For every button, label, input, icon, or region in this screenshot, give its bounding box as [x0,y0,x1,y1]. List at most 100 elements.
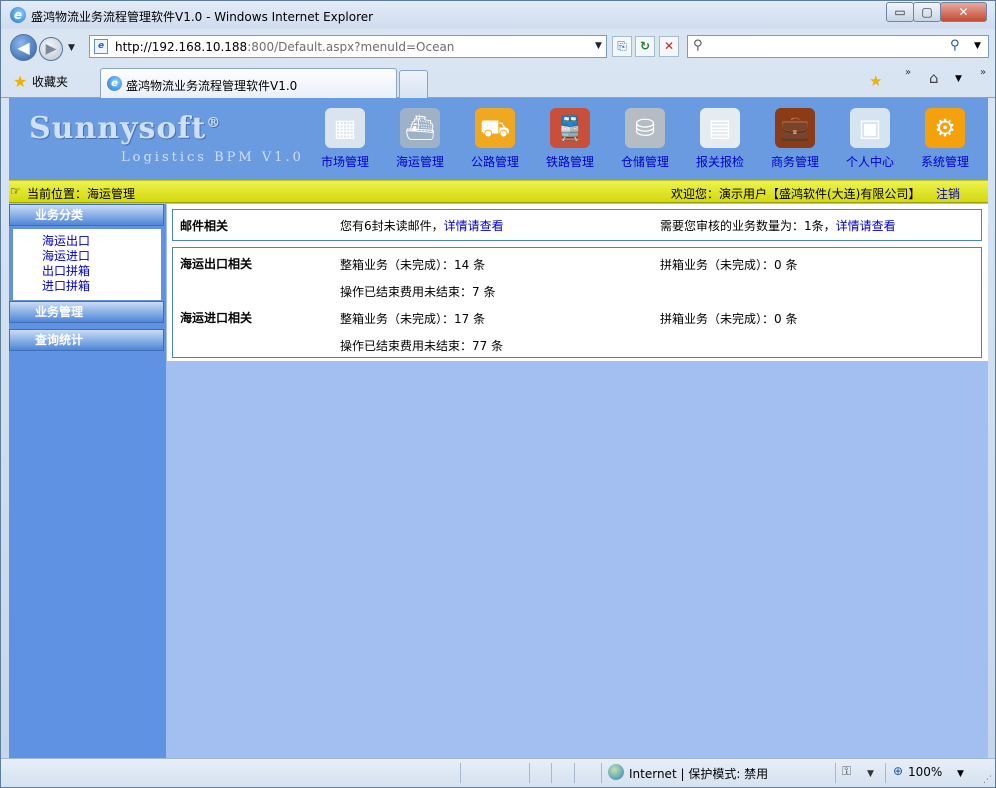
search-icon[interactable]: ⚲ [950,38,960,53]
pointer-hand-icon: ☞ [10,184,21,198]
commandbar-chevron-icon[interactable]: » [980,67,986,78]
sidebar-section-query-statistics[interactable]: 查询统计 [9,329,164,351]
module-idcard-button[interactable]: ▣ 个人中心 [834,104,906,176]
unread-mail-link[interactable]: 详情请查看 [444,219,504,233]
forward-button[interactable]: ▶ [39,37,63,61]
minimize-button[interactable]: ▭ [886,2,914,22]
review-count-prefix: 需要您审核的业务数量为：1条， [660,219,836,233]
address-dropdown[interactable]: ▼ [595,41,602,51]
page-viewport: Sunnysoft® Logistics BPM V1.0 ▦ 市场管理 ⛴ 海运管理… [9,98,988,758]
favorites-star-icon: ★ [13,72,28,91]
logo: Sunnysoft® [29,111,221,146]
tab-ie-icon: e [107,76,122,91]
window-title: 盛鸿物流业务流程管理软件V1.0 - Windows Internet Expl… [31,10,374,24]
logo-subtitle: Logistics BPM V1.0 [121,150,304,165]
market-icon: ▦ [325,108,365,148]
export-full-container-count: 整箱业务（未完成）：14 条 [340,258,486,272]
location-bar: ☞ 当前位置：海运管理 欢迎您：演示用户【盛鸿软件(大连)有限公司】 注销 [9,180,988,203]
add-to-favorites-icon[interactable]: ★ [869,72,882,90]
title-bar: e 盛鸿物流业务流程管理软件V1.0 - Windows Internet Ex… [1,1,995,29]
privacy-icon[interactable]: ⚿ [842,764,851,779]
url-input[interactable]: http://192.168.10.188:800/Default.aspx?m… [115,40,454,54]
zoom-dropdown[interactable]: ▼ [957,769,964,779]
zoom-level[interactable]: 100% [908,765,942,779]
status-divider [885,763,886,783]
module-market-button[interactable]: ▦ 市场管理 [309,104,381,176]
module-label: 个人中心 [845,155,894,169]
home-dropdown[interactable]: ▼ [955,74,962,84]
review-link[interactable]: 详情请查看 [836,219,896,233]
welcome-text: 欢迎您：演示用户【盛鸿软件(大连)有限公司】 [671,187,921,201]
sidebar: 业务分类 海运出口 海运进口 出口拼箱 进口拼箱 业务管理 查询统计 [9,204,166,758]
truck-icon: ⛟ [475,108,515,148]
favorites-button[interactable]: ★ 收藏夹 [10,71,68,93]
resize-grip[interactable]: ⋰ [983,775,992,785]
ocean-export-title: 海运出口相关 [180,257,253,271]
idcard-icon: ▣ [850,108,890,148]
internet-zone-globe-icon [608,764,624,780]
ocean-panel: 海运出口相关 整箱业务（未完成）：14 条 拼箱业务（未完成）：0 条 操作已结… [172,247,982,358]
new-tab-button[interactable] [399,70,428,98]
url-path: :800/Default.aspx?menuId=Ocean [247,40,455,54]
unread-mail-text: 您有6封未读邮件，详情请查看 [340,217,504,234]
page-icon: e [94,39,108,54]
module-document-button[interactable]: ▤ 报关报检 [684,104,756,176]
sidebar-list: 海运出口 海运进口 出口拼箱 进口拼箱 [12,228,162,301]
module-label: 系统管理 [920,155,969,169]
back-button[interactable]: ◀ [10,34,37,61]
status-divider [529,763,530,783]
search-options-dropdown[interactable]: ▼ [974,41,981,51]
ocean-import-title: 海运进口相关 [180,311,253,325]
ie-logo-icon: e [10,7,26,23]
document-icon: ▤ [700,108,740,148]
search-input[interactable]: ⚲ ⚲ ▼ [687,35,989,58]
main-content: 邮件相关 您有6封未读邮件，详情请查看 需要您审核的业务数量为：1条，详情请查看… [167,204,988,361]
zoom-icon[interactable]: ⊕ [893,764,903,778]
review-count-text: 需要您审核的业务数量为：1条，详情请查看 [660,217,896,234]
module-briefcase-button[interactable]: 💼 商务管理 [759,104,831,176]
toolbar-chevron-icon[interactable]: » [905,67,911,78]
status-divider [551,763,552,783]
stop-icon[interactable]: ✕ [659,36,679,57]
address-bar[interactable]: e http://192.168.10.188:800/Default.aspx… [89,35,607,58]
module-ship-button[interactable]: ⛴ 海运管理 [384,104,456,176]
mail-panel: 邮件相关 您有6封未读邮件，详情请查看 需要您审核的业务数量为：1条，详情请查看 [172,209,982,241]
privacy-dropdown[interactable]: ▼ [867,769,874,779]
ship-icon: ⛴ [400,108,440,148]
url-host: http://192.168.10.188 [115,40,248,54]
favorites-label: 收藏夹 [32,75,69,89]
import-fee-pending-count: 操作已结束费用未结束：77 条 [340,339,504,353]
module-gear-button[interactable]: ⚙ 系统管理 [909,104,981,176]
recent-pages-dropdown[interactable]: ▼ [68,43,75,53]
train-icon: 🚆 [550,108,590,148]
home-icon[interactable]: ⌂ [929,69,945,87]
gear-icon: ⚙ [925,108,965,148]
tab-label: 盛鸿物流业务流程管理软件V1.0 [126,79,298,93]
module-label: 商务管理 [770,155,819,169]
module-train-button[interactable]: 🚆 铁路管理 [534,104,606,176]
module-label: 市场管理 [320,155,369,169]
export-lcl-count: 拼箱业务（未完成）：0 条 [660,258,798,272]
security-zone-text: Internet | 保护模式: 禁用 [629,767,769,781]
import-lcl-count: 拼箱业务（未完成）：0 条 [660,312,798,326]
import-full-container-count: 整箱业务（未完成）：17 条 [340,312,486,326]
module-database-button[interactable]: ⛁ 仓储管理 [609,104,681,176]
logout-link[interactable]: 注销 [936,185,960,202]
refresh-icon[interactable]: ↻ [635,36,655,57]
sidebar-section-business-management[interactable]: 业务管理 [9,301,164,323]
module-label: 铁路管理 [545,155,594,169]
tab-active[interactable]: e 盛鸿物流业务流程管理软件V1.0 [100,68,397,98]
status-divider [601,763,602,783]
module-truck-button[interactable]: ⛟ 公路管理 [459,104,531,176]
mail-panel-title: 邮件相关 [180,219,229,233]
module-label: 海运管理 [395,155,444,169]
close-button[interactable]: ✕ [940,2,987,22]
status-divider [835,763,836,783]
compatibility-view-icon[interactable]: ⎘ [612,36,632,57]
sidebar-section-business-category[interactable]: 业务分类 [9,204,164,226]
sidebar-item-import-lcl[interactable]: 进口拼箱 [42,277,90,294]
maximize-button[interactable]: ▢ [913,2,941,22]
module-label: 仓储管理 [620,155,669,169]
app-header: Sunnysoft® Logistics BPM V1.0 ▦ 市场管理 ⛴ 海运管理… [9,98,988,180]
unread-mail-prefix: 您有6封未读邮件， [340,219,444,233]
